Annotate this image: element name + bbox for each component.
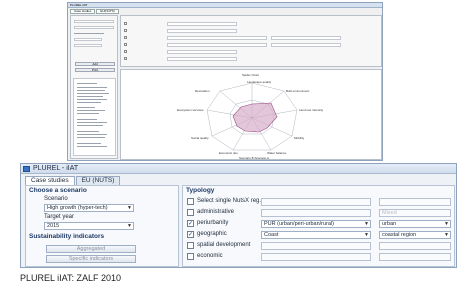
thumbnail-specific[interactable] — [74, 44, 102, 47]
thumbnail-field[interactable] — [167, 50, 237, 54]
thumbnail-divider — [74, 33, 104, 34]
specific-indicators-button[interactable]: Specific indicators — [46, 255, 136, 263]
thumbnail-year-combo[interactable] — [74, 26, 114, 29]
window-title: PLUREL - iIAT — [33, 165, 79, 172]
thumbnail-checkbox[interactable] — [124, 50, 127, 53]
main-window: PLUREL - iIAT Case studies EU (NUTS) Cho… — [20, 163, 457, 268]
geographic-select[interactable]: Coast ▼ — [261, 231, 371, 239]
spider-axis-label: Recreation — [195, 89, 210, 93]
thumbnail-field[interactable] — [271, 43, 341, 47]
thumbnail-checkbox[interactable] — [124, 22, 127, 25]
target-year-label: Target year — [44, 214, 75, 220]
thumbnail-window: PLUREL iIAT Case studies EU(NUTS) Add Pr… — [67, 2, 383, 161]
tab-case-studies[interactable]: Case studies — [25, 176, 75, 185]
chevron-down-icon: ▼ — [444, 221, 449, 227]
thumbnail-tab-eu-nuts[interactable]: EU(NUTS) — [96, 9, 119, 14]
administrative-value-field[interactable]: Mixed — [379, 209, 451, 217]
thumbnail-checkbox[interactable] — [124, 36, 127, 39]
geographic-class-select[interactable]: coastal region ▼ — [379, 231, 451, 239]
periurbanity-select-value: PUR (urban/peri-urban/rural) — [264, 221, 334, 227]
thumbnail-tab-case-studies[interactable]: Case studies — [70, 9, 96, 14]
thumbnail-field[interactable] — [167, 43, 267, 47]
chevron-down-icon: ▼ — [127, 223, 132, 229]
target-year-select-value: 2015 — [47, 223, 60, 229]
thumbnail-typology-panel — [120, 15, 382, 67]
choose-scenario-title: Choose a scenario — [29, 187, 87, 194]
scenario-select-value: High growth (hyper-tech) — [47, 205, 108, 211]
thumbnail-checkbox[interactable] — [124, 43, 127, 46]
single-region-value-field[interactable] — [379, 198, 451, 206]
figure-caption: PLUREL iIAT: ZALF 2010 — [20, 273, 122, 283]
spider-axis-label: Water balance — [267, 151, 287, 155]
thumbnail-chart-legend: Scenario B Scenario A — [239, 156, 270, 160]
thumbnail-checkbox[interactable] — [124, 57, 127, 60]
periurbanity-checkbox[interactable]: ✓ — [187, 220, 194, 227]
window-titlebar: PLUREL - iIAT — [21, 164, 456, 174]
scenario-select[interactable]: High growth (hyper-tech) ▼ — [44, 204, 134, 212]
thumbnail-field[interactable] — [271, 36, 341, 40]
thumbnail-scenario-combo[interactable] — [74, 20, 114, 23]
thumbnail-field[interactable] — [167, 57, 237, 61]
spatial-development-label: spatial development — [197, 242, 251, 248]
sustainability-indicators-title: Sustainability indicators — [29, 233, 105, 240]
tab-bar: Case studies EU (NUTS) — [25, 176, 121, 185]
select-single-region-checkbox[interactable] — [187, 198, 194, 205]
target-year-select[interactable]: 2015 ▼ — [44, 222, 134, 230]
geographic-class-value: coastal region — [382, 232, 417, 238]
spider-axis-label: Ecosystem services — [177, 108, 204, 112]
geographic-label: geographic — [197, 231, 227, 237]
administrative-field[interactable] — [261, 209, 371, 217]
spider-axis-label: Economic dev. — [219, 151, 239, 155]
chevron-down-icon: ▼ — [364, 221, 369, 227]
economic-value-field[interactable] — [379, 253, 451, 261]
thumbnail-checkbox[interactable] — [124, 29, 127, 32]
thumbnail-field[interactable] — [167, 36, 267, 40]
spider-axis-label: Landscape quality — [247, 80, 272, 84]
geographic-select-value: Coast — [264, 232, 279, 238]
spider-axis-label: Built environment — [286, 89, 310, 93]
thumbnail-field[interactable] — [167, 22, 237, 26]
chevron-down-icon: ▼ — [127, 205, 132, 211]
geographic-checkbox[interactable]: ✓ — [187, 231, 194, 238]
typology-title: Typology — [186, 187, 215, 194]
periurbanity-label: periurbanity — [197, 220, 229, 226]
thumbnail-title: PLUREL iIAT — [70, 3, 88, 7]
thumbnail-titlebar: PLUREL iIAT — [68, 3, 382, 8]
thumbnail-add-button[interactable]: Add — [75, 62, 115, 66]
economic-field[interactable] — [261, 253, 371, 261]
select-single-region-label: Select single NutsX reg... — [197, 198, 265, 204]
tab-eu-nuts[interactable]: EU (NUTS) — [75, 176, 121, 185]
spider-axis-label: Land use intensity — [299, 108, 324, 112]
app-icon — [23, 166, 30, 172]
thumbnail-tabbar: Case studies EU(NUTS) — [70, 9, 119, 14]
typology-panel: Typology Select single NutsX reg... admi… — [182, 185, 455, 267]
thumbnail-field[interactable] — [167, 29, 237, 33]
thumbnail-print-button[interactable]: Print — [75, 68, 115, 72]
chevron-down-icon: ▼ — [444, 232, 449, 238]
spatial-development-value-field[interactable] — [379, 242, 451, 250]
scenario-label: Scenario — [44, 196, 68, 202]
economic-checkbox[interactable] — [187, 253, 194, 260]
administrative-label: administrative — [197, 209, 235, 215]
spatial-development-checkbox[interactable] — [187, 242, 194, 249]
spider-axis-label: Mobility — [294, 136, 305, 140]
spider-axis-label: Social quality — [191, 136, 209, 140]
periurbanity-class-value: urban — [382, 221, 397, 227]
single-region-field[interactable] — [261, 198, 371, 206]
thumbnail-aggregated[interactable] — [74, 38, 102, 41]
thumbnail-spider-chart: Spider Chart Landscape quality Built env… — [120, 69, 382, 160]
thumbnail-results-list — [73, 78, 116, 156]
aggregated-button[interactable]: Aggregated — [46, 245, 136, 253]
check-icon: ✓ — [188, 232, 194, 238]
economic-label: economic — [197, 253, 223, 259]
spatial-development-field[interactable] — [261, 242, 371, 250]
check-icon: ✓ — [188, 221, 194, 227]
scenario-panel: Choose a scenario Scenario High growth (… — [25, 185, 179, 267]
thumbnail-left-panel: Add Print — [70, 15, 118, 159]
periurbanity-class-select[interactable]: urban ▼ — [379, 220, 451, 228]
chevron-down-icon: ▼ — [364, 232, 369, 238]
administrative-checkbox[interactable] — [187, 209, 194, 216]
periurbanity-select[interactable]: PUR (urban/peri-urban/rural) ▼ — [261, 220, 371, 228]
